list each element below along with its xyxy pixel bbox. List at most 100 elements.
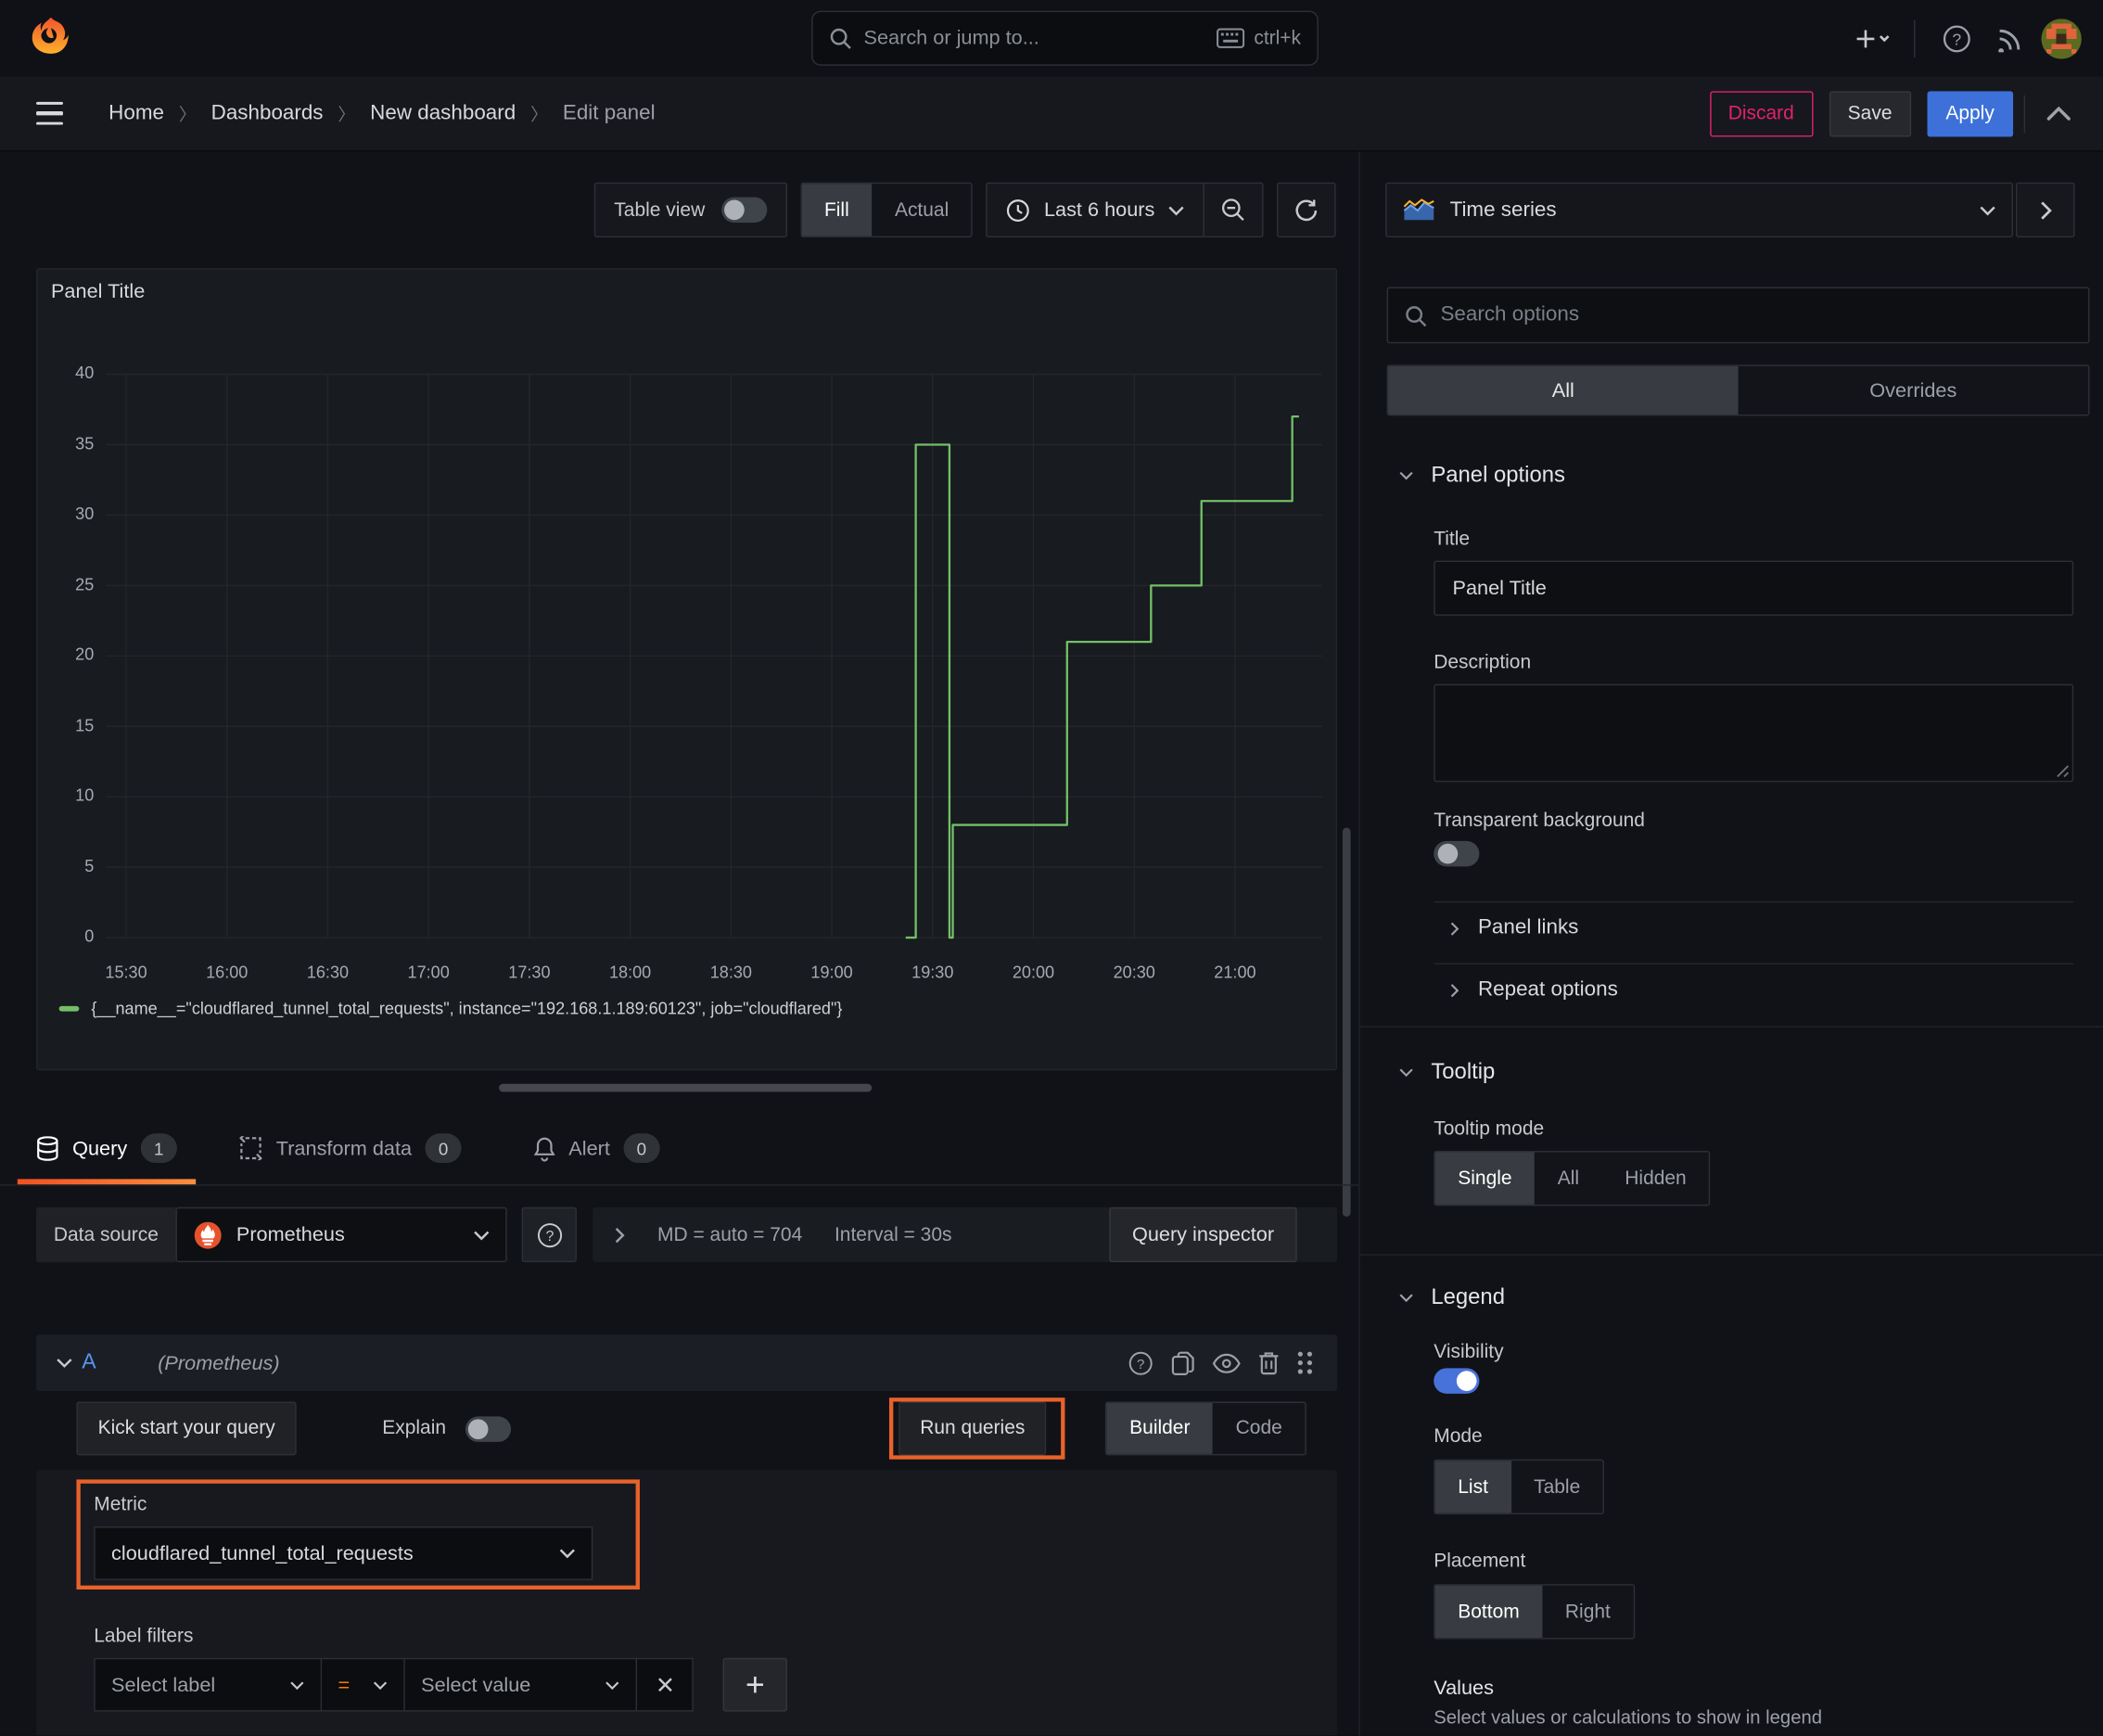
grafana-logo-icon[interactable] <box>27 13 75 61</box>
breadcrumb-dashboards[interactable]: Dashboards <box>211 101 324 125</box>
x-tick-label: 16:30 <box>306 963 350 982</box>
legend-mode-table[interactable]: Table <box>1511 1461 1603 1513</box>
operator-dropdown[interactable]: = <box>322 1657 405 1712</box>
discard-button[interactable]: Discard <box>1709 90 1814 136</box>
disable-query-eye-icon[interactable] <box>1212 1353 1241 1373</box>
repeat-options-section[interactable]: Repeat options <box>1450 977 1618 1002</box>
transparent-bg-toggle[interactable] <box>1434 840 1480 867</box>
news-rss-icon[interactable] <box>1988 16 2033 61</box>
query-options-md: MD = auto = 704 <box>657 1223 803 1246</box>
builder-option[interactable]: Builder <box>1106 1402 1214 1454</box>
chevron-down-icon <box>1399 1293 1414 1303</box>
fill-actual-segment: Fill Actual <box>799 182 974 238</box>
table-view-control: Table view <box>593 182 787 238</box>
explain-toggle[interactable] <box>465 1415 511 1442</box>
legend-placement-bottom[interactable]: Bottom <box>1434 1585 1543 1639</box>
tab-transform-data[interactable]: Transform data 0 <box>220 1112 480 1184</box>
panel-title-input[interactable]: Panel Title <box>1434 560 2074 616</box>
query-row-header[interactable]: A (Prometheus) ? <box>36 1334 1338 1391</box>
user-avatar[interactable] <box>2041 18 2082 58</box>
apply-button[interactable]: Apply <box>1927 90 2014 136</box>
time-series-chart[interactable] <box>106 364 1323 949</box>
breadcrumb-edit-panel: Edit panel <box>562 101 656 124</box>
divider <box>1434 901 2074 903</box>
legend-header[interactable]: Legend <box>1399 1285 1505 1310</box>
delete-query-trash-icon[interactable] <box>1258 1350 1280 1375</box>
plus-icon <box>746 1677 764 1693</box>
save-button[interactable]: Save <box>1829 90 1911 136</box>
x-tick-label: 20:00 <box>1012 963 1055 982</box>
global-search-input[interactable]: Search or jump to... ctrl+k <box>811 10 1319 66</box>
select-label-placeholder: Select label <box>111 1673 216 1697</box>
zoom-out-time-button[interactable] <box>1203 184 1262 236</box>
tab-query[interactable]: Query 1 <box>17 1112 196 1185</box>
metric-select[interactable]: cloudflared_tunnel_total_requests <box>94 1526 593 1580</box>
refresh-icon <box>1295 198 1318 221</box>
legend-placement-right[interactable]: Right <box>1542 1586 1633 1638</box>
toggle-viz-picker-button[interactable] <box>2015 182 2075 238</box>
y-tick-label: 25 <box>75 574 95 594</box>
panel-title[interactable]: Panel Title <box>51 280 145 303</box>
label-filter-row: Select label = Select value <box>94 1657 788 1712</box>
tab-all[interactable]: All <box>1388 365 1739 415</box>
refresh-button[interactable] <box>1277 182 1336 238</box>
builder-code-segment: Builder Code <box>1105 1401 1306 1456</box>
series-color-swatch <box>58 1005 80 1012</box>
chevron-down-icon <box>1980 205 1995 215</box>
add-filter-button[interactable] <box>722 1657 788 1712</box>
description-textarea[interactable] <box>1434 683 2074 783</box>
breadcrumb: Home 〉 Dashboards 〉 New dashboard 〉 Edit… <box>108 100 655 125</box>
pane-resize-handle[interactable] <box>499 1083 873 1092</box>
fill-option[interactable]: Fill <box>801 184 873 236</box>
select-label-dropdown[interactable]: Select label <box>94 1657 323 1712</box>
options-search-input[interactable]: Search options <box>1386 287 2090 344</box>
y-tick-label: 40 <box>75 363 95 383</box>
x-tick-label: 21:00 <box>1214 963 1256 982</box>
panel-links-section[interactable]: Panel links <box>1450 916 1578 940</box>
transform-icon <box>238 1136 262 1161</box>
code-option[interactable]: Code <box>1213 1403 1305 1454</box>
visibility-label: Visibility <box>1434 1341 1504 1363</box>
datasource-picker[interactable]: Prometheus <box>175 1206 508 1263</box>
table-view-toggle[interactable] <box>720 197 767 223</box>
query-count-badge: 1 <box>140 1133 177 1164</box>
drag-handle-icon[interactable] <box>1297 1351 1313 1375</box>
add-new-button[interactable] <box>1850 16 1895 61</box>
chevron-down-icon <box>373 1680 388 1690</box>
resize-handle-icon[interactable] <box>2056 764 2070 778</box>
legend-visibility-toggle[interactable] <box>1434 1368 1480 1394</box>
kick-start-query-button[interactable]: Kick start your query <box>76 1401 297 1456</box>
tab-overrides[interactable]: Overrides <box>1739 366 2089 415</box>
duplicate-query-icon[interactable] <box>1171 1350 1195 1375</box>
alert-count-badge: 0 <box>623 1133 660 1164</box>
select-value-dropdown[interactable]: Select value <box>404 1657 638 1712</box>
panel-options-header[interactable]: Panel options <box>1399 463 1565 488</box>
search-icon <box>830 28 851 49</box>
svg-text:?: ? <box>545 1228 554 1244</box>
visualization-picker[interactable]: Time series <box>1385 182 2014 238</box>
time-range-button[interactable]: Last 6 hours <box>988 198 1203 222</box>
help-icon[interactable]: ? <box>1934 16 1980 61</box>
actual-option[interactable]: Actual <box>872 184 971 236</box>
menu-toggle-icon[interactable] <box>36 94 76 134</box>
datasource-help-icon[interactable]: ? <box>521 1206 578 1263</box>
remove-filter-button[interactable] <box>637 1657 694 1712</box>
run-queries-button[interactable]: Run queries <box>899 1401 1047 1456</box>
collapse-options-pane-icon[interactable] <box>2036 91 2082 136</box>
metric-label: Metric <box>94 1494 147 1516</box>
query-inspector-button[interactable]: Query inspector <box>1109 1206 1297 1263</box>
breadcrumb-home[interactable]: Home <box>108 101 164 125</box>
tooltip-mode-all[interactable]: All <box>1535 1152 1602 1204</box>
query-help-icon[interactable]: ? <box>1128 1350 1153 1375</box>
query-ref-id[interactable]: A <box>82 1351 96 1375</box>
search-shortcut: ctrl+k <box>1216 28 1301 49</box>
tooltip-mode-hidden[interactable]: Hidden <box>1602 1152 1710 1204</box>
legend-mode-list[interactable]: List <box>1434 1461 1511 1513</box>
tooltip-header[interactable]: Tooltip <box>1399 1060 1495 1085</box>
chart-legend[interactable]: {__name__="cloudflared_tunnel_total_requ… <box>58 1000 842 1018</box>
table-view-label: Table view <box>614 198 706 221</box>
breadcrumb-new-dashboard[interactable]: New dashboard <box>370 101 516 125</box>
tab-alert[interactable]: Alert 0 <box>515 1112 678 1184</box>
grafana-edit-panel-page: Search or jump to... ctrl+k ? Home 〉 Das… <box>0 0 2103 1736</box>
tooltip-mode-single[interactable]: Single <box>1434 1152 1536 1205</box>
